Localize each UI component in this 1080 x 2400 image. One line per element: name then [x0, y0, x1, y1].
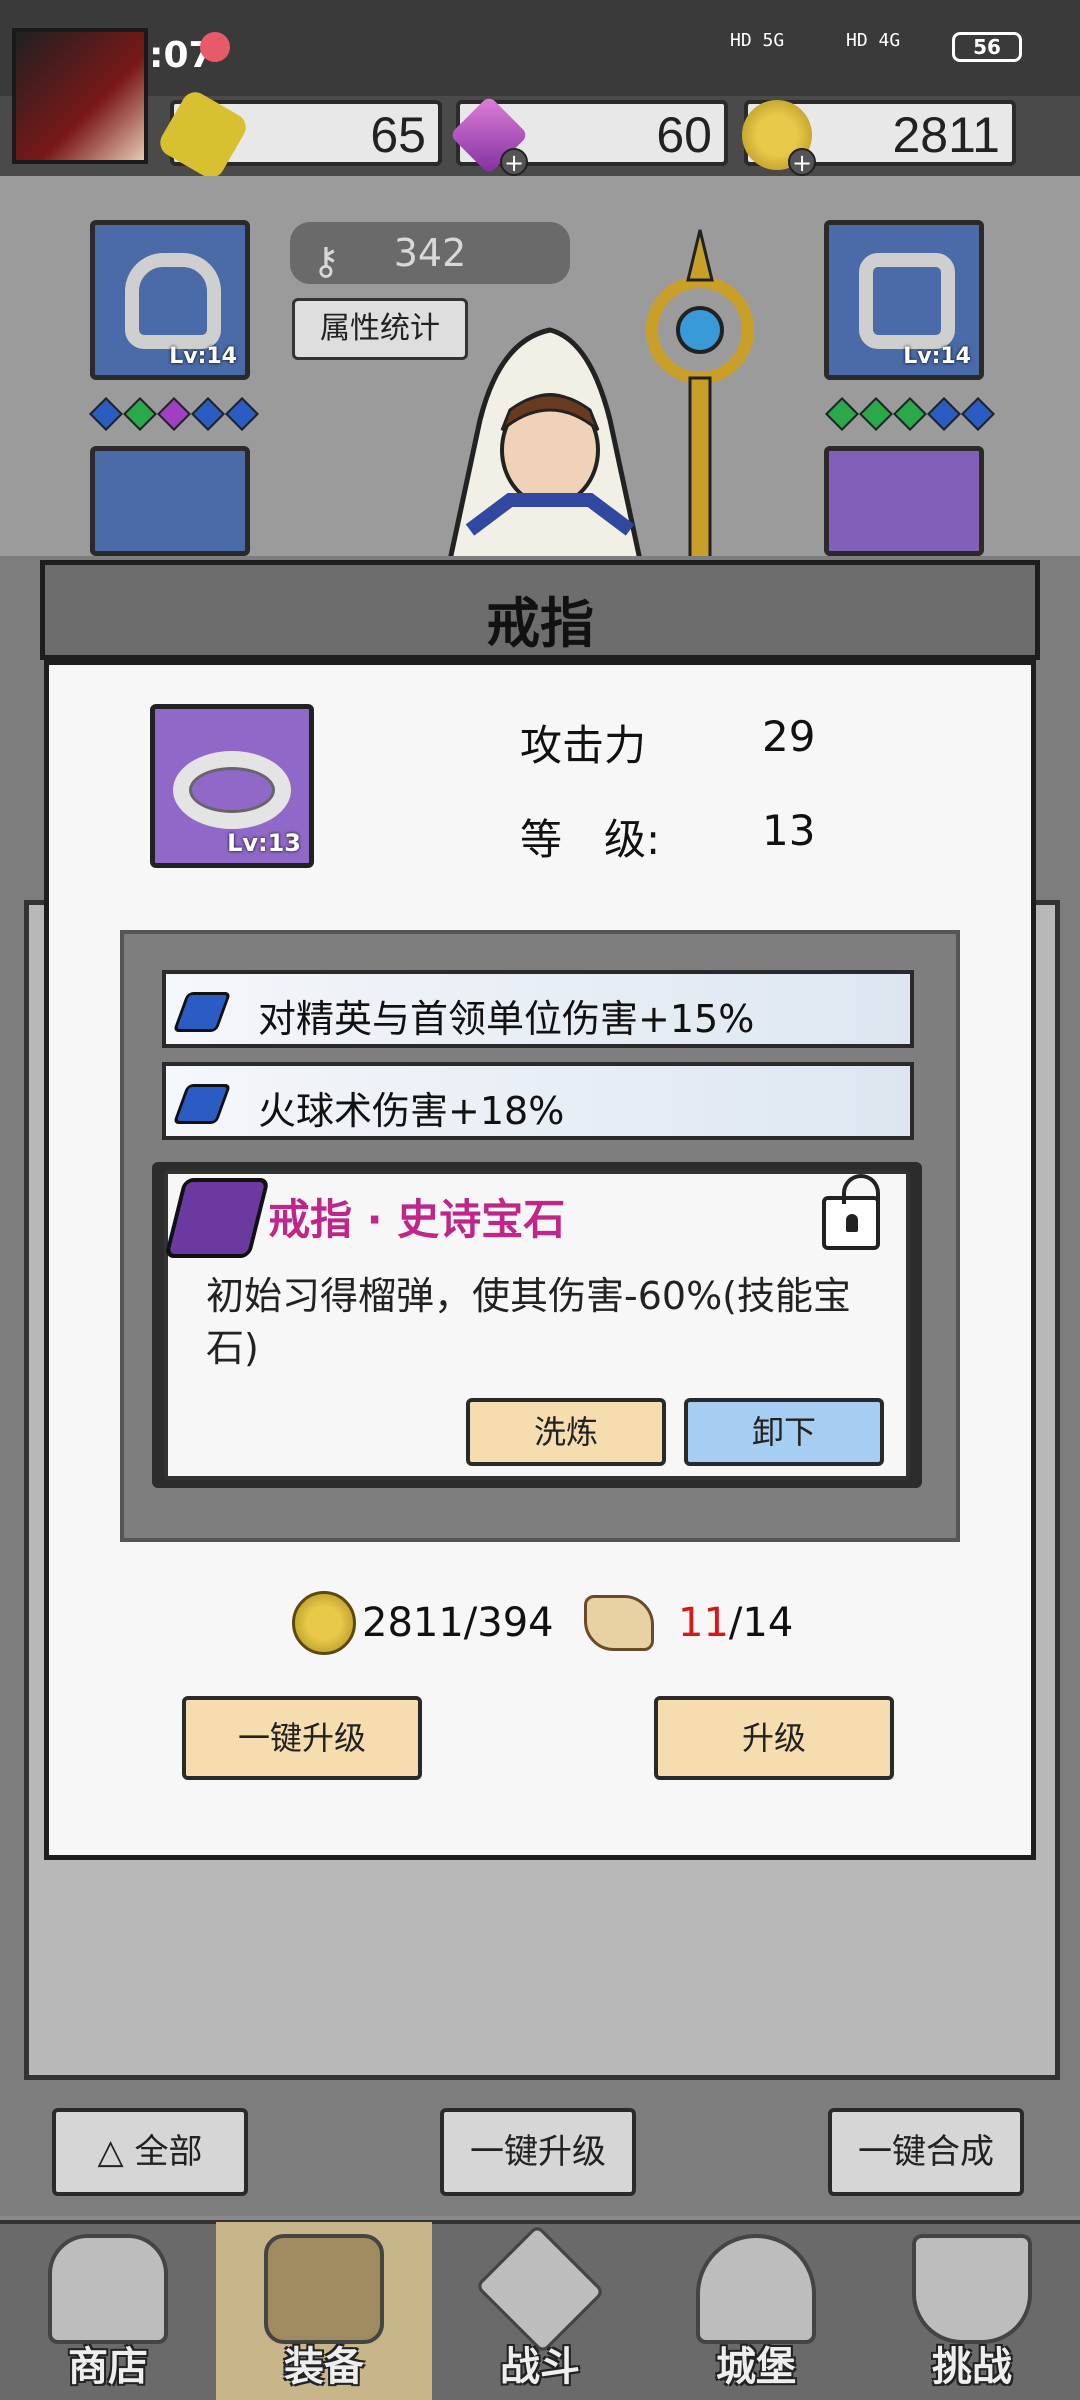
scroll-have: 11 [678, 1600, 729, 1646]
bulk-upgrade-button[interactable]: 一键升级 [440, 2108, 636, 2196]
nav-equipment[interactable]: 装备 [216, 2222, 432, 2400]
modal-header: 戒指 [40, 560, 1040, 660]
bulk-merge-button[interactable]: 一键合成 [828, 2108, 1024, 2196]
equip-level: Lv:14 [169, 344, 237, 369]
nav-label: 战斗 [500, 2344, 580, 2390]
equip-slot-helmet[interactable]: Lv:14 [90, 220, 250, 380]
coin-counter: + 2811 [742, 100, 1016, 176]
add-coins-button[interactable]: + [788, 148, 816, 176]
scroll-icon [584, 1595, 654, 1651]
stat-label-level: 等 级: [520, 815, 661, 864]
item-icon-ring: Lv:13 [150, 704, 314, 868]
gem-value: 60 [656, 107, 712, 163]
blue-gem-icon [172, 1084, 232, 1124]
notification-icon [200, 32, 230, 62]
nav-label: 城堡 [716, 2344, 796, 2390]
bonus-row: 对精英与首领单位伤害+15% [162, 970, 914, 1048]
equip-slot-ring[interactable] [824, 446, 984, 556]
epic-gem-title: 戒指 · 史诗宝石 [268, 1195, 566, 1244]
add-gems-button[interactable]: + [500, 148, 528, 176]
item-level-badge: Lv:13 [227, 829, 301, 857]
upgrade-button[interactable]: 升级 [654, 1696, 894, 1780]
bonus-text: 火球术伤害+18% [258, 1089, 565, 1133]
modal-title: 戒指 [486, 592, 594, 655]
hood-icon [125, 253, 221, 349]
equip-slot-gloves[interactable]: Lv:14 [824, 220, 984, 380]
coin-cost-value: 2811/394 [362, 1600, 554, 1646]
epic-gem-description: 初始习得榴弹，使其伤害-60%(技能宝石) [206, 1274, 851, 1370]
player-avatar[interactable] [12, 28, 148, 164]
blue-gem-icon [172, 992, 232, 1032]
bonus-text: 对精英与首领单位伤害+15% [258, 997, 755, 1041]
network-indicator-2: HD 4G [846, 30, 901, 51]
reroll-button[interactable]: 洗炼 [466, 1398, 666, 1466]
equip-level: Lv:14 [903, 344, 971, 369]
bonus-row: 火球术伤害+18% [162, 1062, 914, 1140]
battery-icon: 56 [952, 32, 1022, 62]
staff-icon [646, 229, 754, 560]
nav-challenge[interactable]: 挑战 [864, 2222, 1080, 2400]
nav-castle[interactable]: 城堡 [648, 2222, 864, 2400]
coin-icon [292, 1591, 356, 1655]
network-indicator-1: HD 5G [730, 30, 785, 51]
filter-all-button[interactable]: △ 全部 [52, 2108, 248, 2196]
backpack-icon [264, 2234, 384, 2344]
scroll-need: /14 [728, 1600, 794, 1646]
helmet-gem-sockets [89, 397, 264, 432]
gloves-gem-sockets [825, 397, 1000, 432]
coin-value: 2811 [892, 107, 1000, 163]
nav-battle[interactable]: 战斗 [432, 2222, 648, 2400]
gem-counter: + 60 [449, 95, 728, 176]
equip-slot-armor[interactable] [90, 446, 250, 556]
scroll-cost: 11/14 [584, 1588, 793, 1658]
stat-value-attack: 29 [762, 712, 816, 761]
shop-icon [48, 2234, 168, 2344]
key-counter: ⚷ 342 [290, 222, 570, 284]
nav-shop[interactable]: 商店 [0, 2222, 216, 2400]
castle-icon [696, 2234, 816, 2344]
nav-label: 挑战 [932, 2344, 1012, 2390]
glove-icon [859, 253, 955, 349]
upgrade-all-button[interactable]: 一键升级 [182, 1696, 422, 1780]
ring-icon [173, 751, 291, 829]
coin-cost: 2811/394 [292, 1588, 554, 1658]
nav-label: 商店 [68, 2344, 148, 2390]
key-icon: ⚷ [312, 239, 340, 283]
stat-label-attack: 攻击力 [520, 721, 647, 770]
unequip-button[interactable]: 卸下 [684, 1398, 884, 1466]
nav-label: 装备 [284, 2344, 364, 2390]
key-count: 342 [393, 231, 467, 275]
status-bar: 下午1:07 HD 5G HD 4G 56 [0, 0, 1080, 96]
stat-value-level: 13 [762, 806, 816, 855]
triangle-up-icon: △ [97, 2132, 124, 2172]
shield-lock-icon [912, 2234, 1032, 2344]
filter-label: 全部 [134, 2132, 203, 2172]
unlock-icon[interactable] [822, 1174, 880, 1250]
hex-gold-counter: 65 [155, 87, 442, 183]
hex-gold-value: 65 [370, 107, 426, 163]
